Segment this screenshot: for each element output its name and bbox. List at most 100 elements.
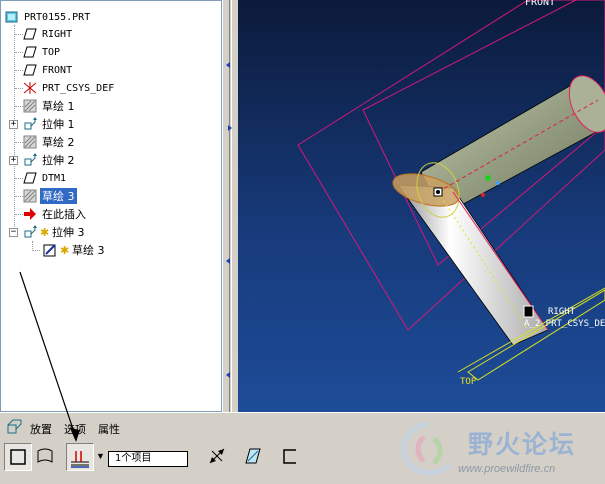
coordinate-axis-icon (481, 193, 485, 197)
tree-item-extrude-1[interactable]: 拉伸 1 (23, 116, 77, 132)
tree-item-top[interactable]: TOP (23, 44, 62, 60)
watermark-url: www.proewildfire.cn (458, 463, 556, 475)
model-tree[interactable]: PRT0155.PRT + + − RIGHT TOP FRONT PRT_CS… (0, 0, 222, 412)
tree-connector (15, 52, 23, 53)
collapse-toggle[interactable]: − (9, 228, 18, 237)
graphics-viewport[interactable]: FRONT RIGHT A_2 PRT_CSYS_DEF TOP (238, 0, 605, 412)
reference-collector-field[interactable]: 1个项目 (108, 451, 188, 467)
tree-connector (15, 88, 23, 89)
tree-item-label: 拉伸 3 (52, 226, 85, 239)
tree-connector (15, 178, 23, 179)
tree-item-extrude-2[interactable]: 拉伸 2 (23, 152, 77, 168)
tree-item-label: 草绘 2 (42, 136, 75, 149)
tree-connector (15, 142, 23, 143)
tree-connector (15, 34, 23, 35)
thicken-sketch-button[interactable] (276, 443, 304, 471)
tree-connector (32, 250, 40, 251)
collapse-left-arrow-icon[interactable] (226, 62, 230, 68)
internal-sketch-icon (43, 243, 57, 257)
tree-item-label: FRONT (42, 64, 73, 76)
plane-sketch-icon (71, 451, 89, 468)
tree-item-label: DTM1 (42, 172, 67, 184)
flip-direction-button[interactable] (204, 443, 232, 471)
extrude-icon (23, 225, 37, 239)
panel-splitter[interactable] (222, 0, 238, 412)
label-right: RIGHT (548, 307, 576, 317)
solid-button[interactable] (4, 443, 32, 471)
expand-toggle[interactable]: + (9, 120, 18, 129)
surface-button[interactable] (32, 443, 60, 471)
flip-arrows-icon (209, 448, 225, 464)
watermark-logo-icon (401, 422, 453, 476)
model-graphics: FRONT RIGHT A_2 PRT_CSYS_DEF TOP (297, 0, 605, 387)
active-feature-star-icon: ✱ (40, 225, 49, 239)
datum-plane-top-edge (457, 287, 605, 373)
coordinate-system-icon (23, 81, 37, 95)
svg-text:✱: ✱ (60, 244, 69, 257)
tree-connector (14, 25, 15, 237)
extrude-icon (23, 153, 37, 167)
tree-item-insert-here[interactable]: 在此插入 (23, 206, 88, 222)
label-top: TOP (460, 377, 477, 387)
tree-item-label: RIGHT (42, 28, 73, 40)
tree-item-label: 在此插入 (42, 208, 86, 221)
remove-material-button[interactable] (240, 443, 268, 471)
tree-root[interactable]: PRT0155.PRT (5, 9, 92, 25)
tree-connector (15, 106, 23, 107)
tree-connector (15, 196, 23, 197)
remove-material-icon (245, 448, 261, 464)
datum-plane-icon (23, 171, 37, 185)
dashboard-tabs: 放置 选项 属性 (0, 417, 400, 439)
tree-item-label: 拉伸 1 (42, 118, 75, 131)
tree-connector (15, 70, 23, 71)
tree-item-label: PRT_CSYS_DEF (42, 82, 115, 94)
tree-item-sketch-3[interactable]: 草绘 3 (23, 188, 77, 204)
tab-properties[interactable]: 属性 (98, 421, 120, 437)
tree-item-label: 草绘 3 (72, 244, 105, 257)
insert-here-arrow-icon (23, 207, 37, 221)
tree-item-dtm1[interactable]: DTM1 (23, 170, 68, 186)
placement-sketch-button[interactable] (66, 443, 94, 471)
expand-right-arrow-icon[interactable] (228, 125, 232, 131)
tab-placement[interactable]: 放置 (30, 421, 52, 437)
thicken-icon (283, 449, 296, 464)
active-feature-star-icon: ✱ (60, 243, 69, 257)
tab-options[interactable]: 选项 (64, 421, 86, 437)
tree-item-right[interactable]: RIGHT (23, 26, 74, 42)
coordinate-axis-icon (496, 181, 500, 185)
solid-icon (10, 449, 26, 465)
collapse-left-arrow-icon[interactable] (226, 372, 230, 378)
tree-item-label: TOP (42, 46, 61, 58)
tree-connector (15, 214, 23, 215)
tree-item-sketch-2[interactable]: 草绘 2 (23, 134, 77, 150)
part-icon (5, 10, 19, 24)
svg-text:✱: ✱ (40, 226, 49, 239)
extrude-feature-icon (6, 419, 22, 435)
watermark-title: 野火论坛 (468, 430, 577, 459)
surface-icon (37, 448, 53, 463)
datum-plane-icon (23, 45, 37, 59)
expand-toggle[interactable]: + (9, 156, 18, 165)
extrude-icon (23, 117, 37, 131)
dropdown-arrow-icon[interactable]: ▼ (96, 451, 105, 461)
feature-dashboard: 放置 选项 属性 ▼ 1个项目 野火论坛 www.proewildfire.cn (0, 412, 605, 484)
label-csys: A_2 PRT_CSYS_DEF (524, 319, 605, 329)
datum-plane-icon (23, 27, 37, 41)
tree-item-sketch-1[interactable]: 草绘 1 (23, 98, 77, 114)
sketch-icon (23, 99, 37, 113)
label-marker (523, 305, 534, 318)
datum-plane-icon (23, 63, 37, 77)
sketch-icon (23, 135, 37, 149)
tree-item-front[interactable]: FRONT (23, 62, 74, 78)
tree-item-label: 草绘 3 (40, 188, 77, 204)
tree-item-csys[interactable]: PRT_CSYS_DEF (23, 80, 116, 96)
collapse-left-arrow-icon[interactable] (226, 258, 230, 264)
tree-item-label: 草绘 1 (42, 100, 75, 113)
label-front: FRONT (525, 0, 555, 8)
coordinate-origin-icon (485, 175, 491, 181)
tree-item-extrude-3[interactable]: ✱ 拉伸 3 (23, 224, 87, 240)
tree-item-label: 拉伸 2 (42, 154, 75, 167)
sketch-icon (23, 189, 37, 203)
site-watermark: 野火论坛 www.proewildfire.cn (392, 417, 604, 483)
tree-item-internal-sketch-3[interactable]: ✱ 草绘 3 (43, 242, 107, 258)
